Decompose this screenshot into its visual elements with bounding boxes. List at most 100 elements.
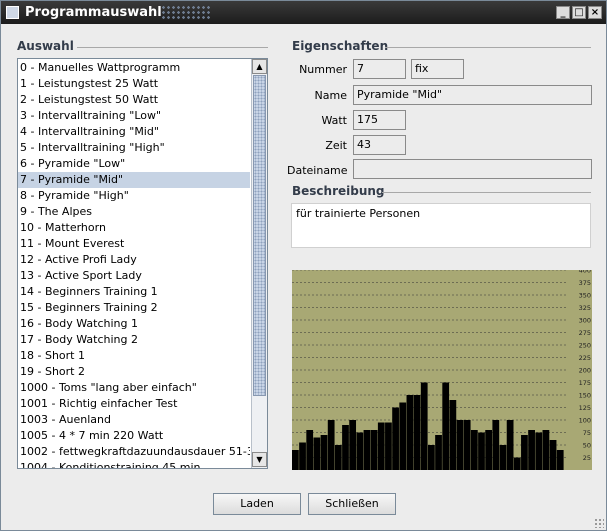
list-item[interactable]: 17 - Body Watching 2 <box>18 332 250 348</box>
chart-bar <box>399 402 407 470</box>
list-item[interactable]: 7 - Pyramide "Mid" <box>18 172 250 188</box>
list-item[interactable]: 1 - Leistungstest 25 Watt <box>18 76 250 92</box>
chart-bar <box>449 400 457 470</box>
window-icon <box>6 6 19 19</box>
y-tick-label: 375 <box>579 279 591 287</box>
chart-bar <box>377 422 385 470</box>
watt-profile-chart: 25 50 75 100 125 150 175 200 225 250 275 300 325 350 3… <box>292 270 592 470</box>
list-item[interactable]: 1005 - 4 * 7 min 220 Watt <box>18 428 250 444</box>
chart-bar <box>299 442 306 470</box>
window-title: Programmauswahl <box>25 5 162 20</box>
chart-bar <box>463 420 471 470</box>
list-item[interactable]: 15 - Beginners Training 2 <box>18 300 250 316</box>
chart-bar <box>456 420 464 470</box>
dateiname-field[interactable] <box>353 159 592 179</box>
chart-bar <box>420 382 428 470</box>
chart-bar <box>356 432 364 470</box>
watt-field: 175 <box>353 110 406 130</box>
list-item[interactable]: 10 - Matterhorn <box>18 220 250 236</box>
chart-bar <box>535 432 543 470</box>
chart-bar <box>370 430 378 470</box>
list-item[interactable]: 1001 - Richtig einfacher Test <box>18 396 250 412</box>
y-tick-label: 225 <box>579 354 591 362</box>
list-item[interactable]: 12 - Active Profi Lady <box>18 252 250 268</box>
chart-bar <box>292 450 299 470</box>
chart-bar <box>313 437 321 470</box>
list-item[interactable]: 2 - Leistungstest 50 Watt <box>18 92 250 108</box>
list-item[interactable]: 3 - Intervalltraining "Low" <box>18 108 250 124</box>
list-item[interactable]: 4 - Intervalltraining "Mid" <box>18 124 250 140</box>
program-list-items: 0 - Manuelles Wattprogramm 1 - Leistungst… <box>18 60 250 468</box>
y-tick-label: 125 <box>579 404 591 412</box>
y-tick-label: 300 <box>579 317 591 325</box>
minimize-button[interactable]: _ <box>556 6 570 19</box>
chart-bar <box>428 445 435 470</box>
list-item[interactable]: 9 - The Alpes <box>18 204 250 220</box>
y-tick-label: 250 <box>579 342 591 350</box>
scroll-down-button[interactable]: ▼ <box>252 452 267 467</box>
scroll-thumb[interactable] <box>253 75 266 396</box>
chart-bar <box>442 382 450 470</box>
name-field[interactable]: Pyramide "Mid" <box>353 85 592 105</box>
list-item[interactable]: 13 - Active Sport Lady <box>18 268 250 284</box>
y-tick-label: 275 <box>579 329 591 337</box>
list-item[interactable]: 1003 - Auenland <box>18 412 250 428</box>
list-item[interactable]: 5 - Intervalltraining "High" <box>18 140 250 156</box>
chart-bar <box>413 395 421 470</box>
chart-bar <box>556 450 564 470</box>
y-tick-label: 50 <box>583 442 591 450</box>
nummer-label: Nummer <box>299 63 347 76</box>
scroll-up-button[interactable]: ▲ <box>252 59 267 74</box>
chart-bar <box>492 420 500 470</box>
laden-button[interactable]: Laden <box>213 493 301 515</box>
auswahl-divider <box>77 47 268 48</box>
chart-bar <box>470 430 478 470</box>
chart-bar <box>334 445 342 470</box>
nummer-field: 7 <box>353 59 406 79</box>
list-item[interactable]: 6 - Pyramide "Low" <box>18 156 250 172</box>
chart-bar <box>320 435 328 470</box>
chart-bar <box>542 430 550 470</box>
program-selection-window: Programmauswahl _ □ × Auswahl 0 - Manuel… <box>0 0 607 531</box>
list-item[interactable]: 1000 - Toms "lang aber einfach" <box>18 380 250 396</box>
chart-bar <box>406 395 414 470</box>
list-item[interactable]: 1004 - Konditionstraining 45 min <box>18 460 250 468</box>
list-item[interactable]: 18 - Short 1 <box>18 348 250 364</box>
y-tick-label: 25 <box>583 454 591 462</box>
program-list[interactable]: 0 - Manuelles Wattprogramm 1 - Leistungst… <box>17 58 268 469</box>
title-bar[interactable]: Programmauswahl _ □ × <box>1 1 606 24</box>
chart-bar <box>499 445 507 470</box>
resize-grip[interactable] <box>594 518 604 528</box>
zeit-label: Zeit <box>325 139 347 152</box>
name-label: Name <box>314 89 347 102</box>
list-item[interactable]: 1002 - fettwegkraftdazuundausdauer 51-3 <box>18 444 250 460</box>
y-tick-label: 200 <box>579 367 591 375</box>
chart-bar <box>506 420 514 470</box>
chart-bar <box>513 457 521 470</box>
chart-bar <box>478 432 485 470</box>
list-item[interactable]: 14 - Beginners Training 1 <box>18 284 250 300</box>
y-tick-label: 150 <box>579 392 591 400</box>
list-item[interactable]: 8 - Pyramide "High" <box>18 188 250 204</box>
beschreibung-divider <box>382 192 591 193</box>
dateiname-label: Dateiname <box>287 164 348 177</box>
list-item[interactable]: 19 - Short 2 <box>18 364 250 380</box>
chart-bar <box>306 430 314 470</box>
auswahl-heading: Auswahl <box>17 39 74 53</box>
close-button[interactable]: × <box>588 6 602 19</box>
zeit-field: 43 <box>353 135 406 155</box>
list-item[interactable]: 0 - Manuelles Wattprogramm <box>18 60 250 76</box>
schliessen-button[interactable]: Schließen <box>308 493 396 515</box>
chart-bar <box>327 420 335 470</box>
title-decoration <box>161 5 211 21</box>
maximize-button[interactable]: □ <box>572 6 586 19</box>
list-item[interactable]: 16 - Body Watching 1 <box>18 316 250 332</box>
eigenschaften-divider <box>385 47 591 48</box>
list-item[interactable]: 11 - Mount Everest <box>18 236 250 252</box>
chart-bar <box>528 430 535 470</box>
chart-bar <box>363 430 371 470</box>
y-tick-label: 100 <box>579 417 591 425</box>
description-text-area[interactable]: für trainierte Personen <box>291 203 591 248</box>
y-tick-label: 325 <box>579 304 591 312</box>
list-scrollbar[interactable]: ▲ ▼ <box>251 59 267 468</box>
